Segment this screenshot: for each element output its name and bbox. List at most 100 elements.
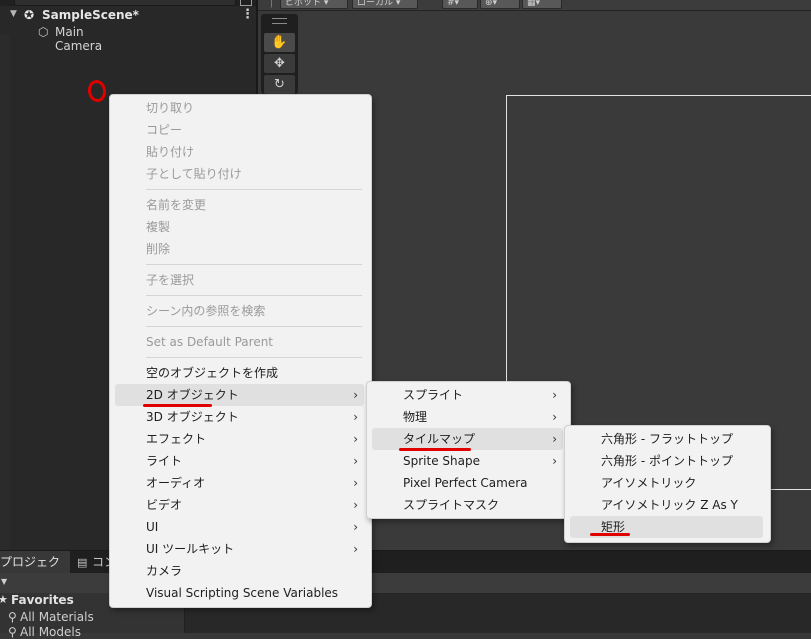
scene-kebab-menu-icon[interactable]: ⋮ — [241, 7, 254, 22]
menu-item-label: タイルマップ — [403, 432, 476, 446]
hierarchy-toolbar — [0, 0, 256, 6]
hierarchy-context-menu: 切り取り コピー 貼り付け 子として貼り付け 名前を変更 複製 削除 子を選択 … — [109, 94, 372, 608]
submenu-item-hexagonal-flat-top[interactable]: 六角形 - フラットトップ — [570, 428, 763, 450]
menu-item-paste: 貼り付け — [146, 145, 195, 159]
chevron-right-icon: › — [353, 542, 358, 556]
hierarchy-search-input[interactable] — [14, 0, 236, 6]
annotation-underline — [143, 404, 212, 407]
submenu-item-sprite-shape[interactable]: Sprite Shape › — [372, 450, 563, 472]
menu-item-label: UI ツールキット — [146, 542, 235, 556]
menu-separator — [146, 326, 362, 327]
menu-item-label: エフェクト — [146, 432, 207, 446]
chevron-right-icon: › — [353, 410, 358, 424]
search-icon: ⚲ — [8, 625, 17, 639]
menu-item-label: 2D オブジェクト — [146, 388, 239, 402]
menu-item-2d-object[interactable]: 2D オブジェクト › — [115, 384, 364, 406]
menu-item-select-children: 子を選択 — [146, 273, 195, 287]
chevron-right-icon: › — [353, 476, 358, 490]
submenu-tilemap: 六角形 - フラットトップ 六角形 - ポイントトップ アイソメトリック アイソ… — [564, 425, 771, 543]
annotation-underline — [399, 448, 471, 451]
favorites-item-label: All Models — [20, 625, 81, 639]
menu-item-rename: 名前を変更 — [146, 198, 207, 212]
rotate-tool-icon[interactable]: ↻ — [264, 75, 295, 94]
submenu-item-physics[interactable]: 物理 › — [372, 406, 563, 428]
menu-separator — [146, 295, 362, 296]
pivot-dropdown[interactable]: ピボット ▾ — [280, 0, 348, 9]
menu-item-label: 物理 — [403, 410, 428, 424]
unity-scene-icon: ✪ — [24, 8, 35, 22]
overlay-grip-icon[interactable] — [272, 18, 287, 24]
menu-item-label: 3D オブジェクト — [146, 410, 239, 424]
submenu-item-hexagonal-point-top[interactable]: 六角形 - ポイントトップ — [570, 450, 763, 472]
menu-item-duplicate: 複製 — [146, 220, 171, 234]
tab-project[interactable]: プロジェクト — [0, 551, 70, 591]
hand-tool-icon[interactable]: ✋ — [264, 33, 295, 52]
menu-item-copy: コピー — [146, 123, 183, 137]
toolbar-separator — [268, 0, 272, 8]
hierarchy-item-label: Main Camera — [55, 25, 103, 53]
triangle-down-icon[interactable]: ▼ — [10, 9, 17, 19]
favorites-item-label: All Materials — [20, 610, 94, 624]
menu-item-effects[interactable]: エフェクト › — [115, 428, 364, 450]
menu-item-ui-toolkit[interactable]: UI ツールキット › — [115, 538, 364, 560]
create-dropdown-icon[interactable]: ▼ — [1, 577, 7, 586]
chevron-right-icon: › — [353, 520, 358, 534]
submenu-item-sprite-mask[interactable]: スプライトマスク — [372, 494, 563, 516]
chevron-right-icon: › — [552, 432, 557, 446]
menu-separator — [146, 264, 362, 265]
submenu-item-isometric-z-as-y[interactable]: アイソメトリック Z As Y — [570, 494, 763, 516]
menu-item-label: スプライト — [403, 388, 464, 402]
scene-name: SampleScene* — [42, 8, 139, 22]
menu-item-label: オーディオ — [146, 476, 206, 490]
chevron-right-icon: › — [552, 454, 557, 468]
grid-visibility-icon[interactable]: ▦▾ — [522, 0, 562, 9]
favorites-label: Favorites — [11, 593, 74, 607]
grid-snap-icon[interactable]: #▾ — [442, 0, 478, 9]
menu-item-label: ビデオ — [146, 498, 183, 512]
favorites-item-all-materials[interactable]: ⚲ All Materials — [8, 610, 94, 624]
submenu-item-pixel-perfect-camera[interactable]: Pixel Perfect Camera — [372, 472, 563, 494]
chevron-right-icon: › — [552, 388, 557, 402]
submenu-item-isometric[interactable]: アイソメトリック — [570, 472, 763, 494]
menu-item-camera[interactable]: カメラ — [115, 560, 364, 582]
menu-item-light[interactable]: ライト › — [115, 450, 364, 472]
chevron-right-icon: › — [353, 432, 358, 446]
favorites-item-all-models[interactable]: ⚲ All Models — [8, 625, 81, 639]
chevron-right-icon: › — [353, 454, 358, 468]
menu-item-cut: 切り取り — [146, 101, 195, 115]
move-tool-icon[interactable]: ✥ — [264, 54, 295, 73]
tools-overlay: ✋ ✥ ↻ — [261, 14, 298, 94]
submenu-item-sprite[interactable]: スプライト › — [372, 384, 563, 406]
annotation-underline — [590, 533, 630, 536]
menu-item-label: UI — [146, 520, 159, 534]
menu-item-create-empty[interactable]: 空のオブジェクトを作成 — [115, 362, 364, 384]
menu-separator — [146, 357, 362, 358]
menu-item-ui[interactable]: UI › — [115, 516, 364, 538]
hierarchy-options-icon[interactable] — [240, 0, 252, 6]
menu-item-paste-as-child: 子として貼り付け — [146, 167, 242, 181]
submenu-item-tilemap[interactable]: タイルマップ › — [372, 428, 563, 450]
local-label: ローカル — [357, 0, 394, 8]
star-icon: ★ — [0, 593, 8, 606]
scene-toolbar: ピボット ▾ ローカル ▾ #▾ ⊕▾ ▦▾ — [258, 0, 811, 11]
menu-item-3d-object[interactable]: 3D オブジェクト › — [115, 406, 364, 428]
scene-row[interactable]: ▼ ✪ SampleScene* ⋮ — [0, 7, 256, 24]
chevron-right-icon: › — [353, 388, 358, 402]
menu-separator — [146, 189, 362, 190]
menu-item-visual-scripting-scene-variables[interactable]: Visual Scripting Scene Variables — [115, 582, 364, 604]
search-icon: ⚲ — [8, 610, 17, 624]
menu-item-delete: 削除 — [146, 242, 171, 256]
console-icon: ▤ — [77, 556, 88, 569]
menu-item-label: Sprite Shape — [403, 454, 480, 468]
menu-item-video[interactable]: ビデオ › — [115, 494, 364, 516]
menu-item-set-default-parent: Set as Default Parent — [146, 335, 274, 349]
menu-item-audio[interactable]: オーディオ › — [115, 472, 364, 494]
menu-item-find-references: シーン内の参照を検索 — [146, 304, 266, 318]
chevron-right-icon: › — [552, 410, 557, 424]
local-dropdown[interactable]: ローカル ▾ — [352, 0, 418, 9]
chevron-right-icon: › — [353, 498, 358, 512]
increment-snap-icon[interactable]: ⊕▾ — [480, 0, 520, 9]
hierarchy-scroll-gutter — [0, 34, 10, 550]
pivot-label: ピボット — [285, 0, 322, 8]
gameobject-cube-icon: ⬡ — [38, 25, 49, 39]
